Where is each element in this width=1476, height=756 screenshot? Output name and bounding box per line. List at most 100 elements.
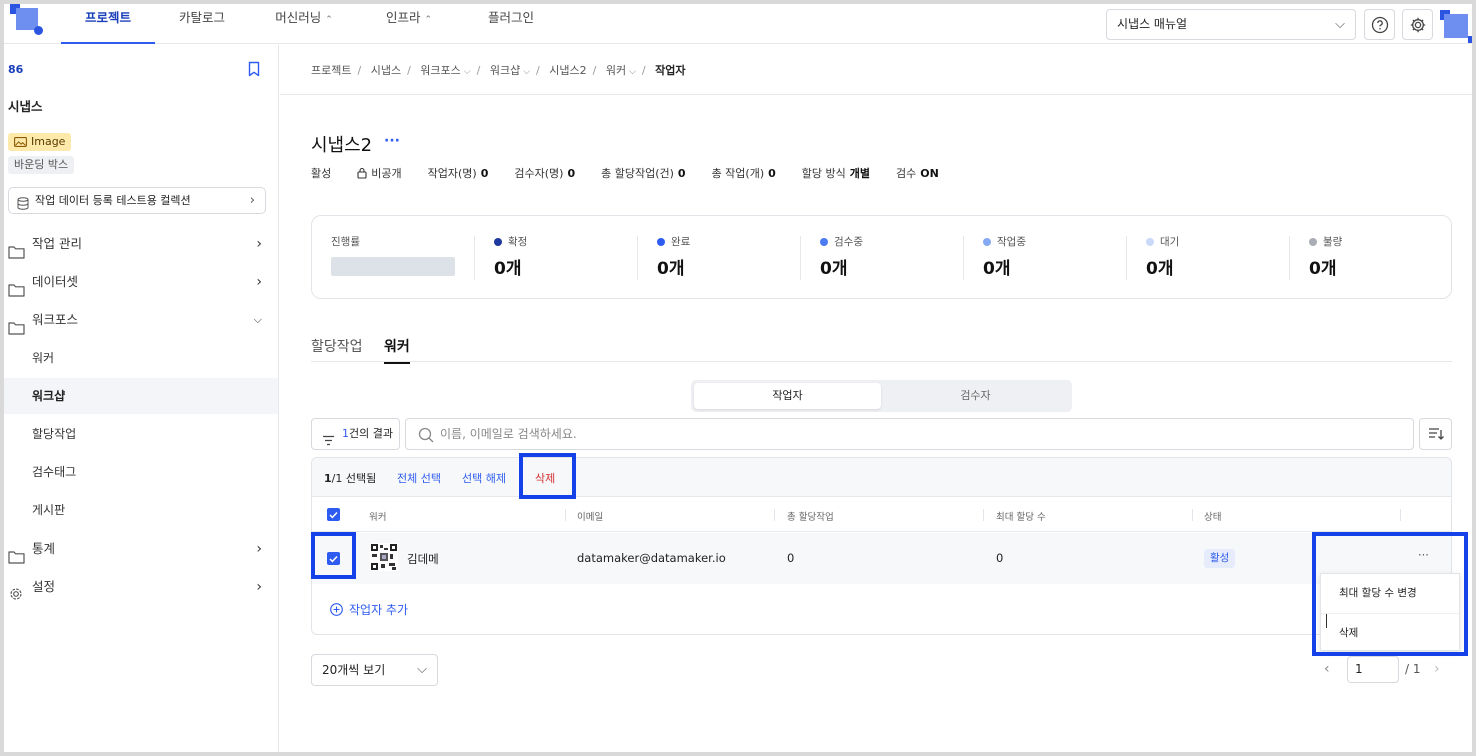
- meta-label: 총 작업(개): [711, 167, 765, 180]
- add-worker-button[interactable]: 작업자 추가: [330, 601, 408, 618]
- sidebar-item-workers[interactable]: 워커: [4, 340, 278, 376]
- column-header-assigned: 총 할당작업: [787, 512, 834, 523]
- stat-label: 확정: [508, 236, 528, 248]
- tab-ml[interactable]: 머신러닝 ⌃: [266, 4, 342, 44]
- stat-label: 불량: [1323, 236, 1343, 248]
- sidebar-item-stats[interactable]: 통계 ›: [4, 531, 278, 567]
- stat-working: 작업중 0개: [983, 234, 1026, 279]
- stat-value: 0개: [494, 259, 522, 279]
- filter-icon: [322, 428, 335, 458]
- breadcrumb-item[interactable]: 워커: [606, 64, 626, 77]
- stat-waiting: 대기 0개: [1146, 234, 1179, 279]
- breadcrumb-item[interactable]: 프로젝트: [311, 64, 351, 77]
- worker-name: 김데메: [407, 552, 439, 566]
- meta-label: 검수자(명): [514, 167, 564, 180]
- tab-label: 인프라: [385, 10, 421, 25]
- sidebar-item-label: 작업 관리: [32, 236, 82, 251]
- sidebar-item-task-mgmt[interactable]: 작업 관리 ›: [4, 226, 278, 262]
- tab-catalog[interactable]: 카탈로그: [164, 4, 240, 44]
- chevron-down-icon: ⌵: [1335, 17, 1345, 32]
- updown-icon: ⌃: [424, 15, 433, 25]
- breadcrumb-item[interactable]: 시냅스2: [549, 64, 586, 77]
- tab-workers[interactable]: 워커: [384, 336, 410, 364]
- progress-stats-card: 진행률 확정 0개 완료 0개 검수중 0개 작업중 0개 대기 0개 불량 0…: [311, 215, 1452, 299]
- select-all-checkbox[interactable]: [327, 508, 340, 521]
- tab-project[interactable]: 프로젝트: [61, 4, 155, 44]
- image-icon: [14, 137, 27, 147]
- chevron-right-icon: ›: [256, 579, 262, 595]
- status-badge: 활성: [1204, 549, 1236, 568]
- sidebar-item-label: 워크포스: [32, 312, 79, 327]
- role-segmented-control: 작업자 검수자: [691, 380, 1072, 412]
- breadcrumb-item[interactable]: 워크포스: [420, 64, 460, 77]
- help-button[interactable]: [1364, 9, 1395, 40]
- per-page-value: 20개씩 보기: [322, 663, 386, 677]
- highlight-box: [1312, 532, 1468, 656]
- status-dot: [1309, 237, 1317, 246]
- per-page-select[interactable]: 20개씩 보기 ⌵: [311, 654, 438, 686]
- manual-select[interactable]: 시냅스 매뉴얼 ⌵: [1106, 9, 1356, 40]
- tab-infra[interactable]: 인프라 ⌃: [376, 4, 442, 44]
- stat-label: 검수중: [834, 236, 863, 248]
- search-box: [405, 418, 1414, 450]
- tab-label: 머신러닝: [275, 10, 322, 25]
- deselect-button[interactable]: 선택 해제: [462, 470, 506, 486]
- worker-email: datamaker@datamaker.io: [577, 551, 726, 565]
- sort-icon: [1428, 428, 1444, 440]
- table-header: 워커 이메일 총 할당작업 최대 할당 수 상태: [312, 498, 1451, 532]
- chevron-down-icon: ⌵: [629, 67, 636, 77]
- stat-label: 진행률: [331, 236, 360, 248]
- stat-reviewing: 검수중 0개: [820, 234, 863, 279]
- bookmark-icon[interactable]: [247, 61, 261, 80]
- chevron-down-icon: ⌵: [523, 67, 531, 77]
- prev-page-button[interactable]: ‹: [1324, 661, 1330, 677]
- sidebar-item-settings[interactable]: 설정 ›: [4, 569, 278, 605]
- selection-count: 1/1 선택됨: [324, 470, 376, 486]
- logo[interactable]: [10, 4, 46, 38]
- table-row[interactable]: 김데메 datamaker@datamaker.io 0 0 활성 ···: [312, 533, 1451, 584]
- result-count: 1: [342, 427, 349, 440]
- segment-workers[interactable]: 작업자: [694, 383, 881, 409]
- sidebar-item-assignments[interactable]: 할당작업: [4, 416, 278, 452]
- search-input[interactable]: [440, 419, 1400, 449]
- chevron-right-icon: ›: [249, 193, 255, 208]
- sidebar-item-dataset[interactable]: 데이터셋 ›: [4, 264, 278, 300]
- status-dot: [820, 237, 828, 246]
- sidebar-item-label: 워크샵: [32, 389, 66, 403]
- chevron-right-icon: ›: [256, 541, 262, 557]
- user-avatar[interactable]: [1440, 8, 1475, 43]
- manual-select-value: 시냅스 매뉴얼: [1117, 17, 1188, 31]
- segment-reviewers[interactable]: 검수자: [882, 383, 1069, 409]
- breadcrumb: 프로젝트 / 시냅스 / 워크포스 ⌵ / 워크샵 ⌵ / 시냅스2/ 워커 ⌵ / 작업자: [311, 64, 686, 77]
- sidebar-item-board[interactable]: 게시판: [4, 492, 278, 528]
- plus-circle-icon: [330, 603, 343, 616]
- filter-button[interactable]: 1건의 결과: [311, 418, 400, 450]
- gear-icon: [8, 580, 24, 616]
- breadcrumb-item[interactable]: 시냅스: [371, 64, 401, 77]
- page-input[interactable]: 1: [1347, 656, 1399, 683]
- stat-value: 0개: [657, 259, 685, 279]
- meta-value: 0: [567, 166, 576, 180]
- progress-stat: 진행률: [331, 234, 455, 276]
- collection-button[interactable]: 작업 데이터 등록 테스트용 컬렉션 ›: [8, 187, 266, 214]
- status-text: 활성: [311, 167, 332, 180]
- next-page-button[interactable]: ›: [1434, 661, 1440, 677]
- search-icon: [418, 427, 434, 446]
- sidebar-item-workforce[interactable]: 워크포스 ⌵: [4, 302, 278, 338]
- add-worker-label: 작업자 추가: [349, 603, 409, 617]
- status-dot: [1146, 237, 1154, 246]
- tab-assignments[interactable]: 할당작업: [311, 336, 363, 356]
- select-all-button[interactable]: 전체 선택: [397, 470, 441, 486]
- workshop-meta: 활성 비공개 작업자(명) 0 검수자(명) 0 총 할당작업(건) 0 총 작업(개…: [311, 165, 965, 181]
- sidebar-item-review-tags[interactable]: 검수태그: [4, 454, 278, 490]
- settings-button[interactable]: [1402, 9, 1433, 40]
- worker-max-assign: 0: [996, 551, 1004, 565]
- tab-plugin[interactable]: 플러그인: [476, 4, 546, 44]
- sidebar-item-workshop[interactable]: 워크샵: [4, 378, 278, 414]
- sort-button[interactable]: [1419, 418, 1452, 450]
- breadcrumb-item[interactable]: 워크샵: [490, 64, 520, 77]
- data-type-label: Image: [31, 135, 66, 148]
- chevron-down-icon: ⌵: [417, 662, 427, 677]
- more-options-button[interactable]: ···: [384, 133, 400, 149]
- page-total: / 1: [1405, 662, 1421, 676]
